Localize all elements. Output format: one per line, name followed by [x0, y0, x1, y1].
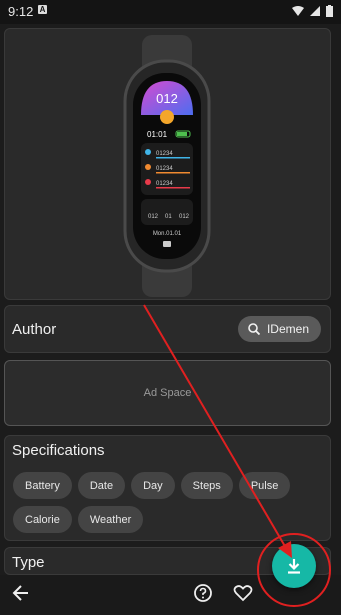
signal-icon	[310, 6, 320, 16]
watch-bottom-1: 012	[148, 214, 159, 220]
author-name: IDemen	[266, 322, 309, 336]
watch-preview-card: 012 01:01 01234 01234 01234 012 01 012 M…	[4, 28, 331, 300]
chip-date[interactable]: Date	[77, 472, 126, 499]
notification-icon: A	[38, 5, 47, 14]
download-button[interactable]	[272, 544, 316, 588]
status-time: 9:12	[8, 4, 34, 19]
type-title: Type	[12, 554, 45, 571]
chip-battery[interactable]: Battery	[13, 472, 72, 499]
watch-bottom-3: 012	[179, 214, 190, 220]
author-section: Author IDemen	[4, 305, 331, 353]
watch-row-3: 01234	[156, 181, 173, 187]
author-label: Author	[12, 321, 57, 338]
specifications-title: Specifications	[12, 442, 105, 459]
back-arrow-icon[interactable]	[12, 584, 30, 602]
ad-space-label: Ad Space	[143, 387, 192, 399]
chip-pulse[interactable]: Pulse	[238, 472, 291, 499]
watch-time: 01:01	[147, 130, 168, 139]
watch-bottom-2: 01	[165, 214, 172, 220]
specifications-chips: Battery Date Day Steps Pulse Calorie Wea…	[13, 472, 328, 533]
battery-icon	[326, 5, 333, 17]
chip-weather[interactable]: Weather	[77, 506, 144, 533]
watch-preview: 012 01:01 01234 01234 01234 012 01 012 M…	[123, 35, 211, 297]
download-icon	[288, 559, 300, 574]
favorite-heart-icon[interactable]	[233, 584, 253, 602]
chip-day[interactable]: Day	[131, 472, 175, 499]
specifications-section: Specifications Battery Date Day Steps Pu…	[4, 435, 331, 541]
ad-space: Ad Space	[4, 360, 331, 426]
author-search-button[interactable]: IDemen	[237, 316, 321, 342]
status-icons	[292, 5, 333, 17]
help-icon[interactable]	[193, 583, 213, 603]
watch-big-number: 012	[156, 91, 178, 106]
chip-calorie[interactable]: Calorie	[13, 506, 72, 533]
watch-row-1: 01234	[156, 151, 173, 157]
search-icon	[248, 323, 260, 335]
wifi-icon	[292, 6, 304, 16]
watch-row-2: 01234	[156, 166, 173, 172]
chip-steps[interactable]: Steps	[180, 472, 233, 499]
watch-date: Mon.01.01	[153, 231, 182, 237]
status-bar: 9:12 A	[0, 0, 341, 24]
